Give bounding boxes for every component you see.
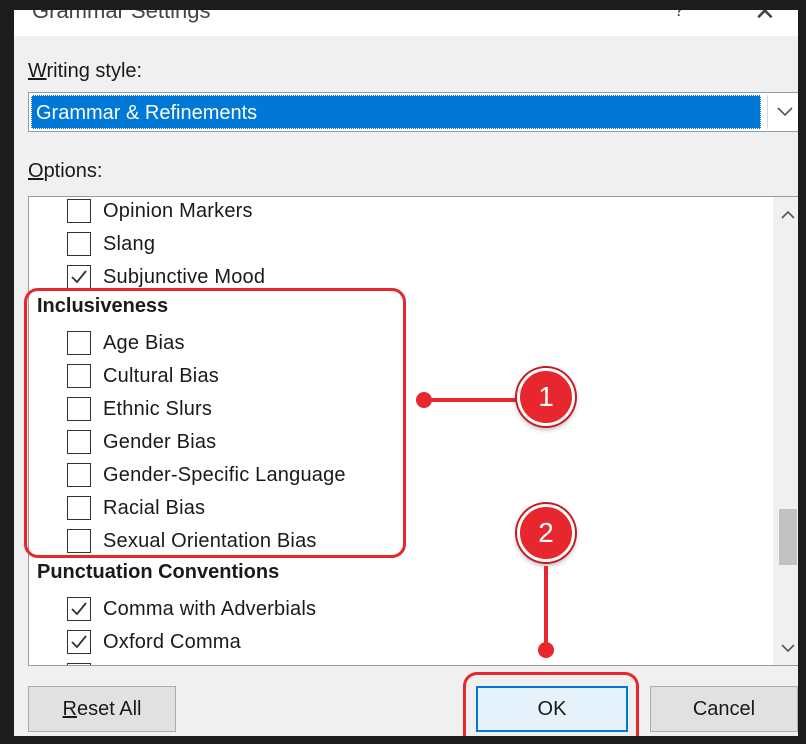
writing-style-dropdown[interactable]: Grammar & Refinements [28, 92, 798, 132]
scrollbar-thumb[interactable] [779, 509, 797, 565]
annotation-connector [544, 566, 548, 650]
option-label: Opinion Markers [103, 199, 253, 222]
window-frame-bottom [0, 736, 806, 744]
option-label: Slang [103, 232, 156, 255]
checkbox[interactable] [67, 663, 91, 665]
options-scrollbar[interactable] [773, 197, 798, 665]
chevron-up-icon[interactable] [773, 197, 798, 231]
help-button[interactable]: ? [674, 10, 684, 21]
checkbox[interactable] [67, 265, 91, 289]
annotation-highlight-ok [463, 672, 639, 736]
option-slang[interactable]: Slang [67, 228, 155, 260]
option-comma-with-adverbials[interactable]: Comma with Adverbials [67, 593, 316, 625]
chevron-down-icon[interactable] [773, 631, 798, 665]
checkbox[interactable] [67, 597, 91, 621]
writing-style-selected-value: Grammar & Refinements [31, 95, 761, 129]
chevron-down-icon[interactable] [767, 95, 798, 129]
writing-style-label: Writing style: [28, 60, 143, 82]
dialog-title: Grammar Settings [32, 10, 211, 23]
group-header-punctuation-conventions: Punctuation Conventions [37, 561, 280, 583]
close-button[interactable]: ✕ [754, 10, 776, 27]
checkmark-icon [71, 270, 87, 284]
annotation-dot [538, 642, 554, 658]
window-frame-right [798, 0, 806, 744]
option-label: Subjunctive Mood [103, 265, 266, 288]
window-frame-left [0, 0, 14, 744]
checkbox[interactable] [67, 232, 91, 256]
checkmark-icon [71, 602, 87, 616]
options-label: Options: [28, 160, 103, 182]
annotation-connector [422, 398, 522, 402]
window-frame-top [0, 0, 806, 10]
checkbox[interactable] [67, 199, 91, 223]
option-opinion-markers[interactable]: Opinion Markers [67, 197, 253, 227]
annotation-badge-1: 1 [517, 368, 575, 426]
annotation-badge-2: 2 [517, 504, 575, 562]
title-bar: Grammar Settings ? ✕ [14, 10, 798, 36]
checkmark-icon [71, 635, 87, 649]
annotation-highlight-inclusiveness [24, 288, 406, 558]
option-label: Comma with Adverbials [103, 597, 317, 620]
checkbox[interactable] [67, 630, 91, 654]
option-partial-next[interactable] [67, 659, 103, 665]
option-oxford-comma[interactable]: Oxford Comma [67, 626, 241, 658]
cancel-button[interactable]: Cancel [650, 686, 798, 732]
reset-all-button[interactable]: Reset All [28, 686, 176, 732]
grammar-settings-dialog: Grammar Settings ? ✕ Writing style: Gram… [14, 10, 798, 736]
option-label: Oxford Comma [103, 630, 241, 653]
